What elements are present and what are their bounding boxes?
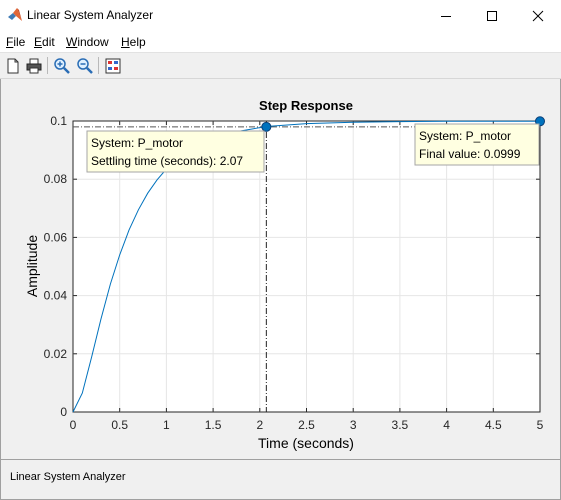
close-button[interactable] [515, 0, 561, 31]
status-text: Linear System Analyzer [10, 471, 126, 483]
x-tick-label: 2 [256, 418, 263, 432]
datatip-line: Settling time (seconds): 2.07 [91, 154, 243, 168]
x-axis-label: Time (seconds) [258, 435, 354, 451]
minimize-icon [441, 15, 451, 17]
y-axis-label: Amplitude [24, 235, 40, 297]
new-icon[interactable] [3, 56, 23, 76]
maximize-button[interactable] [469, 0, 515, 31]
title-bar: Linear System Analyzer [0, 0, 561, 31]
x-tick-label: 4.5 [485, 418, 502, 432]
grid-toggle-icon[interactable] [103, 56, 123, 76]
x-tick-label: 0.5 [111, 418, 128, 432]
x-tick-label: 0 [70, 418, 77, 432]
x-tick-label: 3.5 [392, 418, 409, 432]
y-tick-label: 0.08 [44, 172, 68, 186]
datatip-line: System: P_motor [419, 129, 511, 143]
zoom-out-icon[interactable] [75, 56, 95, 76]
x-tick-label: 2.5 [298, 418, 315, 432]
toolbar-separator [98, 57, 99, 74]
status-bar: Linear System Analyzer [0, 459, 561, 500]
window-title: Linear System Analyzer [27, 8, 154, 22]
y-tick-label: 0.06 [44, 230, 68, 244]
x-tick-label: 3 [350, 418, 357, 432]
toolbar-separator [47, 57, 48, 74]
close-icon [532, 10, 544, 21]
x-tick-label: 4 [443, 418, 450, 432]
final-value-datatip: System: P_motor Final value: 0.0999 [414, 123, 540, 166]
minimize-button[interactable] [423, 0, 469, 31]
zoom-in-icon[interactable] [52, 56, 72, 76]
menu-bar: File Edit Window Help [0, 31, 561, 53]
toolbar [0, 53, 561, 79]
menu-file[interactable]: File [6, 35, 25, 49]
maximize-icon [487, 10, 497, 21]
x-tick-label: 1 [163, 418, 170, 432]
settling-time-marker [261, 121, 272, 132]
x-tick-label: 5 [537, 418, 544, 432]
matlab-logo-icon [8, 8, 22, 21]
x-tick-label: 1.5 [205, 418, 222, 432]
settling-time-datatip: System: P_motor Settling time (seconds): … [86, 130, 265, 173]
datatip-line: Final value: 0.0999 [419, 147, 521, 161]
print-icon[interactable] [24, 56, 44, 76]
menu-edit[interactable]: Edit [34, 35, 55, 49]
chart-title: Step Response [259, 98, 353, 113]
y-tick-label: 0.1 [50, 114, 67, 128]
menu-help[interactable]: Help [121, 35, 146, 49]
y-tick-label: 0.02 [44, 347, 68, 361]
step-response-plot[interactable]: Step Response 0 0.5 1 1.5 2 2.5 3 3.5 4 4.5 5 0 0.02… [1, 79, 560, 459]
menu-window[interactable]: Window [66, 35, 109, 49]
datatip-line: System: P_motor [91, 136, 183, 150]
y-tick-label: 0 [60, 405, 67, 419]
y-tick-label: 0.04 [44, 289, 68, 303]
figure-area: Step Response 0 0.5 1 1.5 2 2.5 3 3.5 4 4.5 5 0 0.02… [0, 79, 561, 459]
